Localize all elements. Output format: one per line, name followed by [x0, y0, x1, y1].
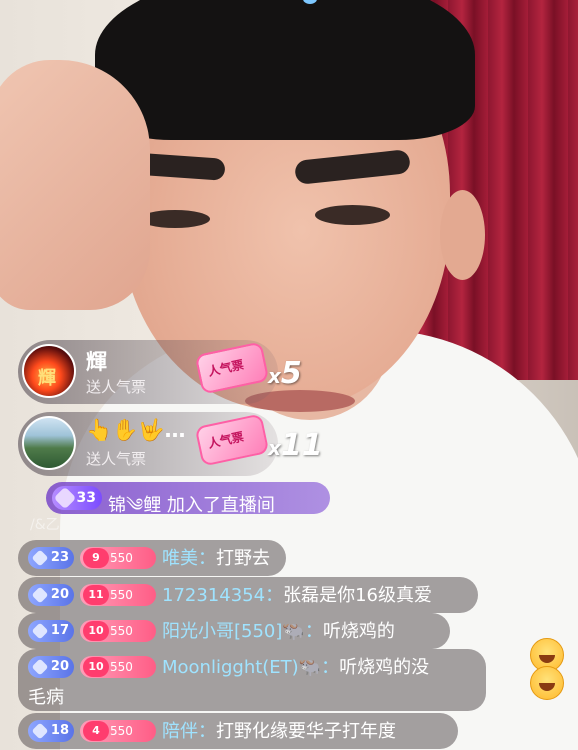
ticket-gift-icon: 人气票 — [194, 413, 270, 467]
gift-action: 送人气票 — [86, 450, 147, 468]
chat-message[interactable]: 20 10 550 Moonligght(ET)🐃：听烧鸡的没 毛病 — [18, 649, 486, 711]
user-level-badge: 18 — [28, 720, 74, 742]
gift-sender-name: 輝 — [86, 350, 107, 374]
gift-banner[interactable]: 輝 輝 送人气票 人气票 x5 — [18, 340, 302, 404]
fan-badge: 10 550 — [80, 656, 156, 678]
gift-action: 送人气票 — [86, 378, 147, 396]
heart-icon: 10 — [83, 657, 109, 677]
gem-icon — [31, 549, 49, 567]
chat-text: 听烧鸡的 — [322, 621, 395, 642]
chat-message[interactable]: 23 9 550 唯美：打野去 — [18, 540, 286, 576]
chat-line: 阳光小哥[550]🐃：听烧鸡的 — [162, 621, 395, 642]
avatar[interactable]: 輝 — [22, 344, 76, 398]
avatar-text: 輝 — [38, 368, 56, 389]
laughing-emoji-icon — [530, 666, 564, 700]
gem-icon — [31, 586, 49, 604]
chat-nick[interactable]: 172314354 — [162, 585, 265, 606]
user-level-badge: 20 — [28, 656, 74, 678]
chat-nick[interactable]: Moonligght(ET)🐃 — [162, 657, 321, 678]
fan-badge: 11 550 — [80, 584, 156, 606]
user-level-badge: 20 — [28, 584, 74, 606]
user-level-badge: 23 — [28, 547, 74, 569]
user-level-badge: 17 — [28, 620, 74, 642]
chat-line: 172314354：张磊是你16级真爱 — [162, 585, 432, 606]
chat-line: 陪伴：打野化缘要华子打年度 — [162, 721, 396, 742]
gift-multiplier: x5 — [268, 356, 302, 391]
ticket-label: 人气票 — [206, 357, 246, 379]
user-level-badge: 33 — [52, 486, 102, 510]
chat-nick[interactable]: 阳光小哥[550]🐃 — [162, 621, 305, 642]
left-eye — [140, 210, 210, 228]
gift-multiplier: x11 — [268, 428, 323, 463]
streamer-hand — [0, 60, 150, 310]
chat-line: 唯美：打野去 — [162, 548, 270, 569]
gem-icon — [53, 486, 77, 510]
streamer-hair — [95, 0, 475, 140]
ticket-gift-icon: 人气票 — [194, 341, 270, 395]
chat-message[interactable]: 17 10 550 阳光小哥[550]🐃：听烧鸡的 — [18, 613, 450, 649]
gem-icon — [31, 622, 49, 640]
chat-text: 张磊是你16级真爱 — [283, 585, 432, 606]
chat-message[interactable]: 18 4 550 陪伴：打野化缘要华子打年度 — [18, 713, 458, 749]
chat-text: 打野去 — [216, 548, 270, 569]
chat-text: 打野化缘要华子打年度 — [216, 721, 396, 742]
chat-text-continued: 毛病 — [28, 687, 64, 708]
chat-text: 听烧鸡的没 — [339, 657, 430, 678]
heart-icon: 10 — [83, 621, 109, 641]
chat-line: Moonligght(ET)🐃：听烧鸡的没 — [162, 657, 430, 678]
fan-badge: 10 550 — [80, 620, 156, 642]
fan-badge: 4 550 — [80, 720, 156, 742]
avatar[interactable] — [22, 416, 76, 470]
streamer-ear — [440, 190, 485, 280]
join-notice: 33 锦༄鲤 加入了直播间 — [46, 482, 330, 516]
chat-nick[interactable]: 陪伴 — [162, 721, 198, 742]
fan-badge: 9 550 — [80, 547, 156, 569]
right-eye — [315, 205, 390, 225]
gem-icon — [31, 658, 49, 676]
ticket-label: 人气票 — [206, 429, 246, 451]
gem-icon — [31, 722, 49, 740]
chat-nick[interactable]: 唯美 — [162, 548, 198, 569]
join-message: 锦༄鲤 加入了直播间 — [108, 495, 275, 516]
heart-icon: 9 — [83, 548, 109, 568]
heart-icon: 11 — [83, 585, 109, 605]
heart-icon: 4 — [83, 721, 109, 741]
gift-sender-name: 👆✋🤟… — [86, 418, 186, 442]
gift-banner[interactable]: 👆✋🤟… 送人气票 人气票 x11 — [18, 412, 323, 476]
chat-message[interactable]: 20 11 550 172314354：张磊是你16级真爱 — [18, 577, 478, 613]
faded-message: /&乙 — [30, 517, 60, 533]
